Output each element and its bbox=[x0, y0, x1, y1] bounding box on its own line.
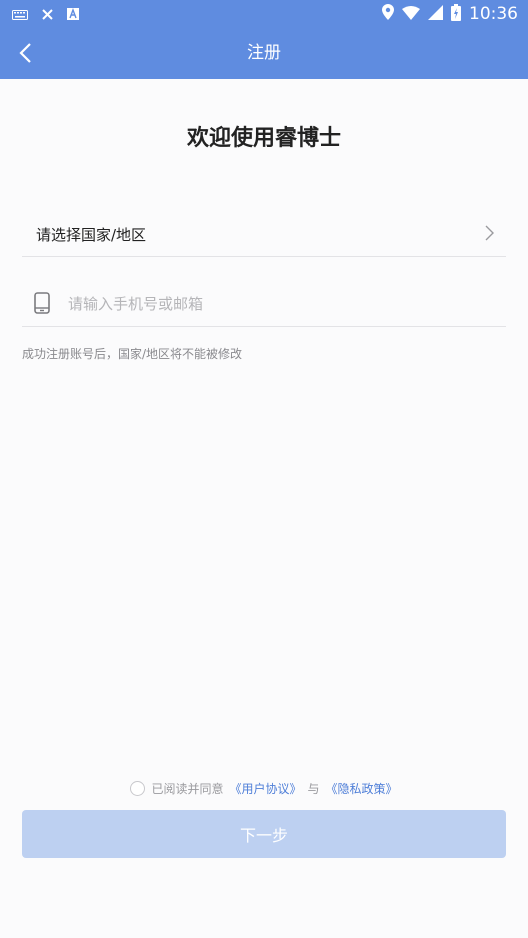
status-time: 10:36 bbox=[469, 4, 518, 24]
battery-icon bbox=[451, 3, 461, 25]
phone-icon bbox=[34, 292, 50, 318]
status-bar: 10:36 bbox=[0, 0, 528, 28]
chevron-right-icon bbox=[485, 225, 494, 245]
chevron-left-icon bbox=[19, 43, 31, 63]
next-button[interactable]: 下一步 bbox=[22, 810, 506, 858]
country-label: 请选择国家/地区 bbox=[36, 226, 147, 244]
phone-email-row bbox=[22, 282, 506, 327]
close-icon bbox=[42, 5, 53, 24]
back-button[interactable] bbox=[8, 36, 42, 70]
signal-icon bbox=[428, 4, 443, 24]
agreement-prefix: 已阅读并同意 bbox=[151, 782, 224, 796]
app-bar: 注册 bbox=[0, 28, 528, 79]
phone-email-input[interactable] bbox=[66, 290, 490, 318]
hint-text: 成功注册账号后，国家/地区将不能被修改 bbox=[22, 347, 243, 361]
wifi-icon bbox=[402, 5, 420, 24]
agreement-row: 已阅读并同意 《用户协议》 与 《隐私政策》 bbox=[0, 780, 528, 797]
page-title: 注册 bbox=[247, 43, 281, 63]
country-selector[interactable]: 请选择国家/地区 bbox=[22, 212, 506, 257]
privacy-policy-link[interactable]: 《隐私政策》 bbox=[326, 780, 398, 797]
agree-radio[interactable] bbox=[130, 781, 146, 796]
keyboard-icon bbox=[12, 5, 28, 24]
agreement-joiner: 与 bbox=[307, 782, 320, 796]
a-icon bbox=[67, 5, 79, 24]
user-agreement-link[interactable]: 《用户协议》 bbox=[229, 780, 301, 797]
next-button-label: 下一步 bbox=[239, 826, 288, 845]
status-right: 10:36 bbox=[382, 3, 518, 25]
location-icon bbox=[382, 4, 394, 24]
status-left bbox=[12, 5, 79, 24]
welcome-title: 欢迎使用睿博士 bbox=[186, 126, 341, 151]
